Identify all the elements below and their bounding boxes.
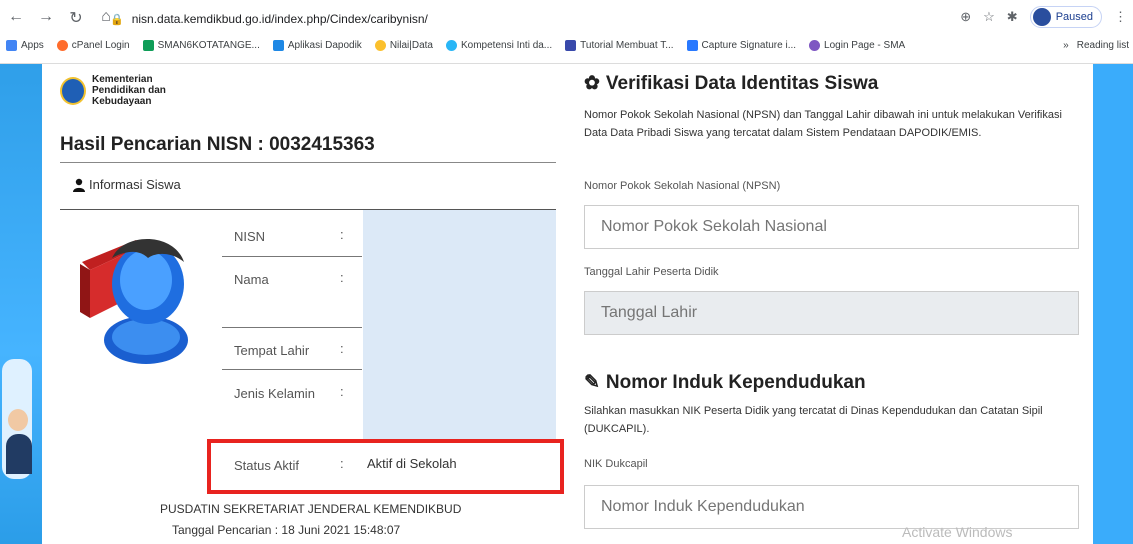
- drive-icon: [142, 40, 154, 51]
- browser-controls: ⊕ ☆ ✱ Paused ⋮: [960, 6, 1127, 28]
- bookmark-nilai[interactable]: Nilai|Data: [374, 40, 433, 51]
- info-heading: Informasi Siswa: [72, 177, 181, 192]
- activation-watermark: Activate Windows: [902, 524, 1013, 540]
- cpanel-icon: [56, 40, 68, 51]
- dob-input[interactable]: [584, 291, 1079, 335]
- edit-icon: ✎: [584, 372, 600, 393]
- url-text: nisn.data.kemdikbud.go.id/index.php/Cind…: [131, 12, 428, 26]
- star-icon[interactable]: ☆: [983, 9, 995, 25]
- nik-label: NIK Dukcapil: [584, 458, 648, 470]
- menu-icon[interactable]: ⋮: [1114, 9, 1127, 25]
- browser-chrome: ← → ↻ ⌂ 🔒 nisn.data.kemdikbud.go.id/inde…: [0, 0, 1133, 64]
- left-decoration: [0, 64, 42, 544]
- bookmark-dapodik[interactable]: Aplikasi Dapodik: [272, 40, 362, 51]
- bookmark-sman6[interactable]: SMAN6KOTATANGE...: [142, 40, 260, 51]
- status-highlight-box: [207, 439, 564, 494]
- bookmarks-bar: Apps cPanel Login SMAN6KOTATANGE... Apli…: [6, 40, 905, 51]
- verify-heading: ✿ Verifikasi Data Identitas Siswa: [584, 72, 879, 95]
- forward-icon[interactable]: →: [36, 8, 56, 28]
- bookmark-login-page[interactable]: Login Page - SMA: [809, 40, 905, 51]
- reload-icon[interactable]: ↻: [66, 8, 86, 28]
- capture-icon: [686, 40, 698, 51]
- verify-description: Nomor Pokok Sekolah Nasional (NPSN) dan …: [584, 109, 1062, 139]
- lock-icon: 🔒: [110, 13, 124, 26]
- nik-description: Silahkan masukkan NIK Peserta Didik yang…: [584, 405, 1043, 435]
- bookmark-apps[interactable]: Apps: [6, 40, 44, 51]
- zoom-icon[interactable]: ⊕: [960, 9, 971, 25]
- avatar: [1032, 8, 1051, 26]
- page-title: Hasil Pencarian NISN : 0032415363: [60, 134, 375, 155]
- npsn-label: Nomor Pokok Sekolah Nasional (NPSN): [584, 180, 781, 192]
- divider: [60, 162, 556, 163]
- bookmark-kompetensi[interactable]: Kompetensi Inti da...: [445, 40, 552, 51]
- tut-wuri-logo-icon: [60, 76, 86, 105]
- reading-list[interactable]: » Reading list: [1063, 40, 1129, 51]
- right-decoration: [1093, 64, 1133, 544]
- dapodik-icon: [272, 40, 284, 51]
- ministry-logo: Kementerian Pendidikan dan Kebudayaan: [60, 74, 166, 107]
- back-icon[interactable]: ←: [6, 8, 26, 28]
- nik-input[interactable]: [584, 485, 1079, 529]
- user-icon: [73, 178, 85, 192]
- login-page-icon: [809, 40, 821, 51]
- reading-list-label[interactable]: Reading list: [1077, 40, 1129, 51]
- footer-date: Tanggal Pencarian : 18 Juni 2021 15:48:0…: [172, 523, 401, 537]
- bookmark-cpanel[interactable]: cPanel Login: [56, 40, 130, 51]
- more-bookmarks-icon[interactable]: »: [1063, 40, 1069, 51]
- bookmark-capture[interactable]: Capture Signature i...: [686, 40, 796, 51]
- student-avatar-icon: [80, 238, 188, 364]
- nav-buttons: ← → ↻ ⌂: [6, 8, 116, 28]
- address-bar[interactable]: 🔒 nisn.data.kemdikbud.go.id/index.php/Ci…: [110, 6, 990, 32]
- values-column: [363, 210, 556, 440]
- footer-org: PUSDATIN SEKRETARIAT JENDERAL KEMENDIKBU…: [160, 502, 462, 516]
- tutorial-icon: [565, 40, 577, 51]
- nilai-icon: [374, 40, 386, 51]
- kompetensi-icon: [445, 40, 457, 51]
- gear-icon: ✿: [584, 73, 600, 94]
- page-content: Kementerian Pendidikan dan Kebudayaan Ha…: [0, 64, 1133, 544]
- npsn-input[interactable]: [584, 205, 1079, 249]
- bookmark-tutorial[interactable]: Tutorial Membuat T...: [565, 40, 674, 51]
- profile-paused-button[interactable]: Paused: [1029, 6, 1102, 28]
- nik-heading: ✎ Nomor Induk Kependudukan: [584, 371, 866, 394]
- apps-icon: [6, 40, 17, 51]
- dob-label: Tanggal Lahir Peserta Didik: [584, 266, 719, 278]
- extensions-icon[interactable]: ✱: [1007, 9, 1018, 25]
